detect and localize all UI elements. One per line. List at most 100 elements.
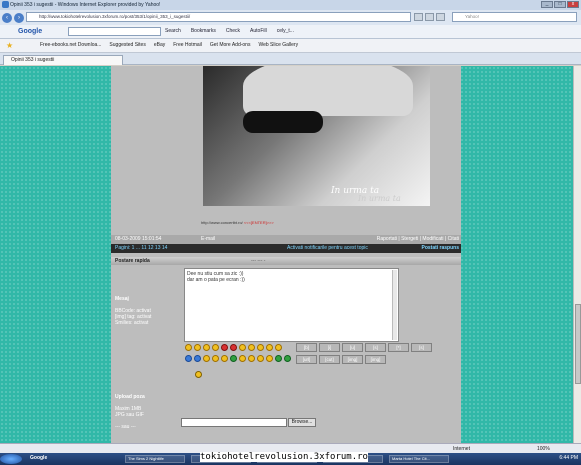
smiley-icon[interactable]: [257, 344, 264, 351]
pagination-bar: Pagini: 1 ... 11 12 13 14 Activati notif…: [111, 244, 461, 253]
format-button[interactable]: [img]: [342, 355, 363, 364]
forward-button[interactable]: ›: [14, 12, 24, 23]
forum-column: In urma ta In urma ta http://www.concert…: [111, 66, 461, 443]
signature: http://www.concertbt.ro/ <<<[ENTER]>>>: [201, 220, 274, 225]
smiley-icon[interactable]: [185, 344, 192, 351]
photo-caption-echo: In urma ta: [358, 194, 401, 203]
search-input[interactable]: Yahoo!: [452, 12, 577, 22]
message-line: dar am o pata pe ecran :)): [187, 277, 245, 283]
tab-current[interactable]: Opinii 353 i sugestii: [3, 55, 123, 65]
format-button[interactable]: [url]: [296, 355, 317, 364]
format-button[interactable]: [u]: [342, 343, 363, 352]
format-button[interactable]: [cut]: [319, 355, 340, 364]
smiley-icon[interactable]: [194, 344, 201, 351]
format-buttons: [b] [i] [u] [s] [*] [s] [url] [cut] [img…: [296, 343, 432, 364]
smiley-icon[interactable]: [284, 355, 291, 362]
post-info-bar: 08-03-2009 15:01:54 E-mail Raportati | S…: [111, 235, 461, 244]
url-field[interactable]: http://www.tokiohotelrevolusion.3xforum.…: [26, 12, 411, 22]
maximize-button[interactable]: □: [554, 1, 566, 8]
message-textarea[interactable]: Dee nu stiu cum sa zic :)) dar am o pata…: [184, 268, 399, 342]
fav-item[interactable]: Free-ebooks.net Downloa...: [40, 42, 101, 48]
fav-item[interactable]: eBay: [154, 42, 165, 48]
smiley-icon[interactable]: [185, 355, 192, 362]
fav-item[interactable]: Suggested Sites: [109, 42, 145, 48]
fav-item[interactable]: Web Slice Gallery: [258, 42, 298, 48]
smiley-icon[interactable]: [203, 344, 210, 351]
go-icon[interactable]: [436, 13, 445, 21]
smiley-panel: [184, 343, 294, 365]
smiley-icon[interactable]: [266, 344, 273, 351]
extra-smiley-icon[interactable]: [195, 371, 202, 378]
photo-sunglasses: [243, 111, 323, 133]
start-button[interactable]: [0, 454, 22, 464]
quick-reply-title: Postare rapida: [115, 258, 150, 264]
signature-link[interactable]: http://www.concertbt.ro/: [201, 220, 243, 225]
message-labels: Mesaj BBCode: activat [img] tag: activat…: [115, 296, 151, 326]
smiley-icon[interactable]: [239, 344, 246, 351]
upload-section: Upload poza Maxim 1MB JPG sau GIF --- sa…: [115, 394, 145, 430]
bookmarks-button[interactable]: Bookmarks: [191, 28, 216, 34]
smiley-icon[interactable]: [194, 355, 201, 362]
google-search-input[interactable]: [68, 27, 161, 36]
post-actions[interactable]: Raportati | Stergeti | Modificati | Cita…: [377, 236, 459, 242]
format-button[interactable]: [i]: [319, 343, 340, 352]
browse-button[interactable]: Browse...: [288, 418, 316, 427]
format-button[interactable]: [s]: [365, 343, 386, 352]
favorites-star-icon[interactable]: ★: [6, 41, 13, 50]
toolbar-items: Search Bookmarks Check AutoFill cely_t..…: [165, 28, 294, 34]
file-input[interactable]: [181, 418, 287, 427]
check-button[interactable]: Check: [226, 28, 240, 34]
smiley-icon[interactable]: [212, 344, 219, 351]
user-button[interactable]: cely_t...: [277, 28, 294, 34]
smiley-icon[interactable]: [248, 344, 255, 351]
page-scrollbar[interactable]: [573, 66, 581, 443]
favorites-bar: ★ Free-ebooks.net Downloa... Suggested S…: [0, 39, 581, 53]
format-button[interactable]: [*]: [388, 343, 409, 352]
textarea-scrollbar[interactable]: [392, 270, 397, 340]
smiley-icon[interactable]: [248, 355, 255, 362]
smiley-icon[interactable]: [221, 355, 228, 362]
fav-item[interactable]: Get More Add-ons: [210, 42, 251, 48]
format-button[interactable]: [s]: [411, 343, 432, 352]
search-button[interactable]: Search: [165, 28, 181, 34]
close-button[interactable]: x: [567, 1, 579, 8]
smiley-icon[interactable]: [275, 355, 282, 362]
taskbar-item[interactable]: Marta Hotel The Cit...: [389, 455, 449, 463]
notify-link[interactable]: Activati notificarile pentru acest topic: [287, 245, 368, 251]
stop-icon[interactable]: [425, 13, 434, 21]
signature-tag: <<<[ENTER]>>>: [243, 220, 274, 225]
upload-separator: --- sau ---: [115, 424, 136, 430]
window-title: Opinii 353 i sugestii - Windows Internet…: [10, 2, 161, 8]
smiley-icon[interactable]: [230, 344, 237, 351]
reply-link[interactable]: Postati raspuns: [421, 245, 459, 251]
watermark: tokiohotelrevolusion.3xforum.ro: [200, 452, 368, 462]
smiley-icon[interactable]: [275, 344, 282, 351]
format-button[interactable]: [img]: [365, 355, 386, 364]
minimize-button[interactable]: _: [541, 1, 553, 8]
address-icons: [414, 13, 445, 21]
smiley-icon[interactable]: [239, 355, 246, 362]
back-button[interactable]: ‹: [2, 12, 12, 23]
smiley-icon[interactable]: [230, 355, 237, 362]
smiley-icon[interactable]: [221, 344, 228, 351]
format-button[interactable]: [b]: [296, 343, 317, 352]
smiley-icon[interactable]: [257, 355, 264, 362]
autofill-button[interactable]: AutoFill: [250, 28, 267, 34]
smiley-icon[interactable]: [266, 355, 273, 362]
pagination[interactable]: Pagini: 1 ... 11 12 13 14: [115, 245, 167, 251]
taskbar-item[interactable]: The Sims 2 Nightlife: [125, 455, 185, 463]
security-zone: Internet: [453, 446, 470, 452]
email-link[interactable]: E-mail: [201, 236, 215, 242]
refresh-icon[interactable]: [414, 13, 423, 21]
zoom-level[interactable]: 100%: [537, 446, 550, 452]
taskbar-google[interactable]: Google: [30, 455, 47, 461]
google-toolbar: Google Search Bookmarks Check AutoFill c…: [0, 25, 581, 39]
smiley-icon[interactable]: [203, 355, 210, 362]
google-logo: Google: [18, 28, 43, 35]
fav-item[interactable]: Free Hotmail: [173, 42, 202, 48]
upload-types: JPG sau GIF: [115, 412, 144, 418]
smiley-icon[interactable]: [212, 355, 219, 362]
address-bar: ‹ › http://www.tokiohotelrevolusion.3xfo…: [0, 10, 581, 25]
scrollbar-thumb[interactable]: [575, 304, 581, 384]
window-titlebar: Opinii 353 i sugestii - Windows Internet…: [0, 0, 581, 10]
